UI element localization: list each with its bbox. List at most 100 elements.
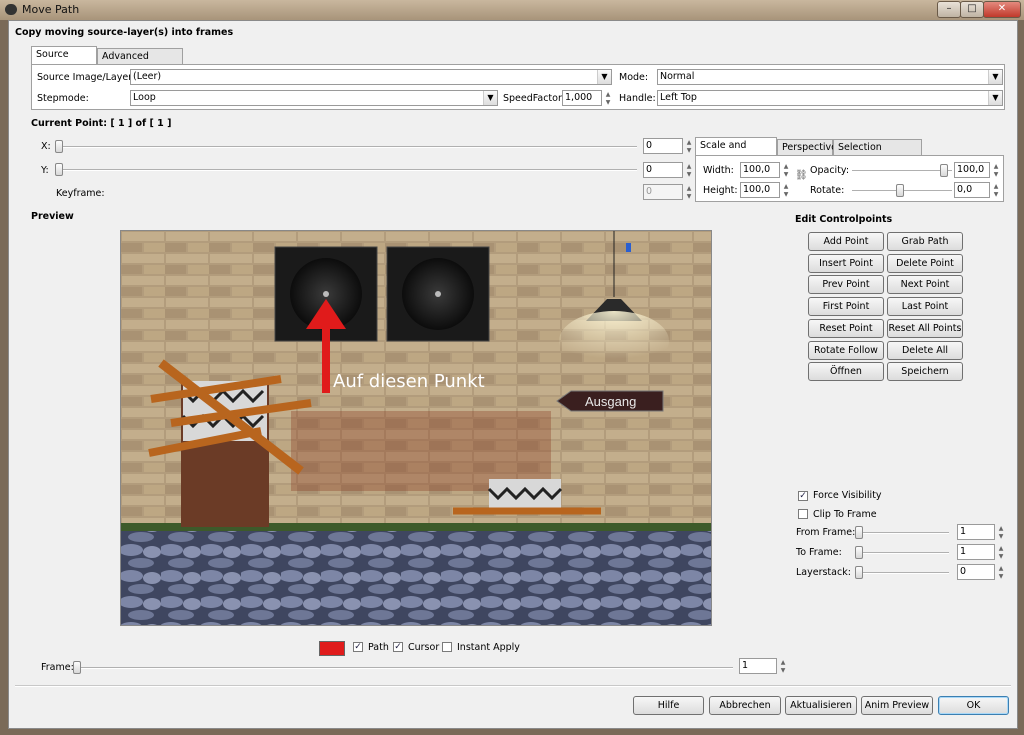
spin-arrows-icon[interactable]: ▲ ▼	[996, 545, 1006, 561]
dialog-body: Copy moving source-layer(s) into frames …	[8, 20, 1018, 729]
next-point-button[interactable]: Next Point	[887, 275, 963, 295]
rotate-value: 0,0	[957, 184, 973, 195]
save-button[interactable]: Speichern	[887, 362, 963, 382]
layerstack-slider-thumb[interactable]	[855, 566, 863, 579]
frame-slider-track[interactable]	[73, 667, 733, 669]
reset-all-points-button[interactable]: Reset All Points	[887, 318, 963, 338]
opacity-slider-track[interactable]	[852, 170, 952, 172]
chevron-down-icon: ▼	[988, 70, 1002, 84]
rotate-slider-thumb[interactable]	[896, 184, 904, 197]
layerstack-spin[interactable]: 0 ▲ ▼	[957, 564, 1003, 580]
reset-point-button[interactable]: Reset Point	[808, 318, 884, 338]
opacity-slider-thumb[interactable]	[940, 164, 948, 177]
path-label: Path	[368, 642, 389, 653]
exit-sign: Ausgang	[556, 390, 664, 412]
from-frame-slider-thumb[interactable]	[855, 526, 863, 539]
first-point-button[interactable]: First Point	[808, 297, 884, 317]
width-value: 100,0	[743, 164, 771, 175]
close-button[interactable]: ✕	[983, 1, 1021, 18]
tab-source-select[interactable]: Source Select	[31, 46, 97, 76]
preview-canvas[interactable]: Ausgang Auf diesen Punkt	[120, 230, 712, 626]
tab-perspective[interactable]: Perspective	[777, 139, 837, 156]
path-color-swatch[interactable]	[319, 641, 345, 656]
blue-marker	[626, 243, 631, 252]
x-value: 0	[646, 140, 653, 151]
spin-arrows-icon[interactable]: ▲ ▼	[781, 163, 791, 179]
rotate-label: Rotate:	[810, 185, 845, 196]
delete-point-button[interactable]: Delete Point	[887, 253, 963, 273]
opacity-spin[interactable]: 100,0 ▲ ▼	[954, 162, 998, 178]
ok-button[interactable]: OK	[938, 696, 1009, 715]
chevron-down-icon: ▼	[988, 91, 1002, 105]
spin-arrows-icon[interactable]: ▲ ▼	[781, 183, 791, 199]
from-frame-slider-track[interactable]	[855, 532, 949, 534]
clip-to-frame-checkbox[interactable]	[798, 509, 808, 519]
frame-spin[interactable]: 1 ▲ ▼	[739, 658, 785, 674]
rotate-spin[interactable]: 0,0 ▲ ▼	[954, 182, 998, 198]
anim-preview-button[interactable]: Anim Preview	[861, 696, 933, 715]
height-value: 100,0	[743, 184, 771, 195]
to-frame-spin[interactable]: 1 ▲ ▼	[957, 544, 1003, 560]
clip-to-frame-label: Clip To Frame	[813, 509, 877, 520]
spin-arrows-icon[interactable]: ▲ ▼	[996, 525, 1006, 541]
y-slider-thumb[interactable]	[55, 163, 63, 176]
frame-slider-thumb[interactable]	[73, 661, 81, 674]
to-frame-slider-thumb[interactable]	[855, 546, 863, 559]
mode-value: Normal	[660, 71, 695, 82]
y-spin[interactable]: 0 ▲ ▼	[643, 162, 691, 178]
x-label: X:	[41, 141, 51, 152]
width-spin[interactable]: 100,0 ▲ ▼	[740, 162, 788, 178]
x-spin[interactable]: 0 ▲ ▼	[643, 138, 691, 154]
spin-arrows-icon[interactable]: ▲ ▼	[991, 183, 1001, 199]
mode-combo[interactable]: Normal ▼	[657, 69, 1003, 85]
speedfactor-spin[interactable]: 1,000 ▲ ▼	[562, 90, 610, 106]
handle-combo[interactable]: Left Top ▼	[657, 90, 1003, 106]
speedfactor-label: SpeedFactor:	[503, 93, 565, 104]
source-image-label: Source Image/Layer:	[37, 72, 136, 83]
spin-arrows-icon[interactable]: ▲ ▼	[996, 565, 1006, 581]
rotate-follow-button[interactable]: Rotate Follow	[808, 340, 884, 360]
to-frame-label: To Frame:	[796, 547, 842, 558]
insert-point-button[interactable]: Insert Point	[808, 253, 884, 273]
spin-arrows-icon[interactable]: ▲ ▼	[684, 139, 694, 155]
chain-link-icon[interactable]: ⛓	[795, 170, 808, 181]
y-slider-track[interactable]	[55, 169, 637, 171]
last-point-button[interactable]: Last Point	[887, 297, 963, 317]
tab-selection-handling[interactable]: Selection Handling	[833, 139, 922, 169]
spin-arrows-icon[interactable]: ▲ ▼	[603, 91, 613, 107]
layerstack-slider-track[interactable]	[855, 572, 949, 574]
spin-arrows-icon[interactable]: ▲ ▼	[991, 163, 1001, 179]
chevron-down-icon: ▼	[483, 91, 497, 105]
source-image-combo[interactable]: (Leer) ▼	[130, 69, 612, 85]
cancel-button[interactable]: Abbrechen	[709, 696, 781, 715]
spin-arrows-icon[interactable]: ▲ ▼	[778, 659, 788, 675]
add-point-button[interactable]: Add Point	[808, 232, 884, 251]
title-bar[interactable]: Move Path – □ ✕	[0, 0, 1024, 20]
help-button[interactable]: Hilfe	[633, 696, 704, 715]
open-button[interactable]: Öffnen	[808, 362, 884, 382]
from-frame-spin[interactable]: 1 ▲ ▼	[957, 524, 1003, 540]
maximize-button[interactable]: □	[960, 1, 984, 18]
refresh-button[interactable]: Aktualisieren	[785, 696, 857, 715]
exit-sign-text: Ausgang	[585, 394, 636, 409]
grab-path-button[interactable]: Grab Path	[887, 232, 963, 251]
frame-label: Frame:	[41, 662, 74, 673]
keyframe-value: 0	[646, 186, 653, 197]
force-visibility-checkbox[interactable]: ✓	[798, 491, 808, 501]
prev-point-button[interactable]: Prev Point	[808, 275, 884, 295]
minimize-button[interactable]: –	[937, 1, 961, 18]
path-checkbox[interactable]: ✓	[353, 642, 363, 652]
cursor-checkbox[interactable]: ✓	[393, 642, 403, 652]
stepmode-combo[interactable]: Loop ▼	[130, 90, 498, 106]
x-slider-track[interactable]	[55, 146, 637, 148]
delete-all-points-button[interactable]: Delete All Points	[887, 340, 963, 373]
x-slider-thumb[interactable]	[55, 140, 63, 153]
width-label: Width:	[703, 165, 734, 176]
tab-advanced-settings[interactable]: Advanced Settings	[97, 48, 183, 78]
to-frame-slider-track[interactable]	[855, 552, 949, 554]
source-select-panel: Source Image/Layer: (Leer) ▼ Mode: Norma…	[31, 64, 1005, 110]
instant-apply-checkbox[interactable]	[442, 642, 452, 652]
spin-arrows-icon[interactable]: ▲ ▼	[684, 163, 694, 179]
height-spin[interactable]: 100,0 ▲ ▼	[740, 182, 788, 198]
tab-scale-and-modify[interactable]: Scale and Modify	[695, 137, 777, 167]
